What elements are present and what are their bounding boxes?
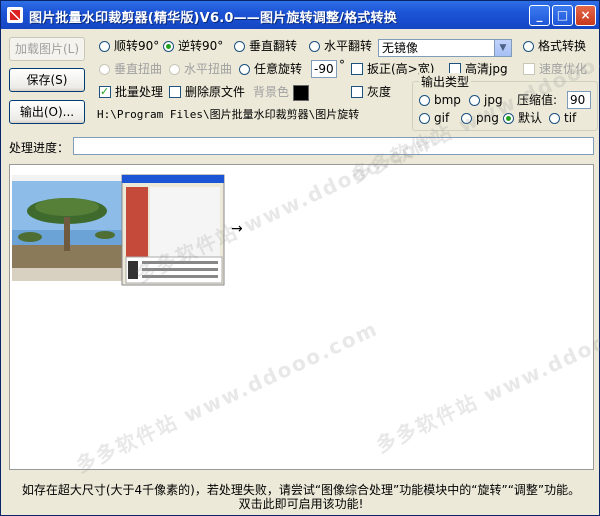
horizontal-flip-option[interactable]: 水平翻转 (309, 38, 372, 54)
format-convert-option[interactable]: 格式转换 (523, 38, 586, 54)
minimize-button[interactable]: _ (529, 5, 550, 26)
any-rotate-option[interactable]: 任意旋转 (239, 61, 302, 77)
load-image-button[interactable]: 加载图片(L) (9, 37, 85, 61)
title-bar[interactable]: 图片批量水印裁剪器(精华版)V6.0——图片旋转调整/格式转换 _ □ × (1, 1, 599, 29)
radio-icon (419, 95, 430, 106)
footer-line-2: 双击此即可启用该功能! (238, 497, 364, 511)
angle-unit: ° (339, 58, 345, 72)
maximize-button[interactable]: □ (552, 5, 573, 26)
fmt-bmp-option[interactable]: bmp (419, 92, 461, 108)
radio-icon (523, 41, 534, 52)
window-title: 图片批量水印裁剪器(精华版)V6.0——图片旋转调整/格式转换 (29, 11, 397, 26)
radio-icon (99, 41, 110, 52)
horizontal-skew-option[interactable]: 水平扭曲 (169, 61, 232, 77)
source-thumbnail[interactable] (12, 175, 122, 281)
mirror-select-value: 无镜像 (382, 41, 419, 55)
radio-icon (99, 64, 110, 75)
radio-selected-icon (163, 41, 174, 52)
app-window: 图片批量水印裁剪器(精华版)V6.0——图片旋转调整/格式转换 _ □ × 加载… (0, 0, 600, 516)
footer-hint[interactable]: 如存在超大尺寸(大于4千像素的)，若处理失败，请尝试“图像综合处理”功能模块中的… (1, 483, 600, 511)
mirror-select[interactable]: 无镜像 ▼ (378, 39, 512, 57)
checkbox-icon (351, 86, 363, 98)
checkbox-icon (351, 63, 363, 75)
radio-icon (309, 41, 320, 52)
radio-icon (549, 113, 560, 124)
footer-line-1: 如存在超大尺寸(大于4千像素的)，若处理失败，请尝试“图像综合处理”功能模块中的… (21, 483, 581, 497)
progress-bar (73, 137, 594, 155)
progress-label: 处理进度： (9, 141, 70, 155)
compress-input[interactable]: 90 (567, 91, 591, 109)
save-button[interactable]: 保存(S) (9, 68, 85, 92)
vertical-skew-option[interactable]: 垂直扭曲 (99, 61, 162, 77)
rotate-ccw90-option[interactable]: 逆转90° (163, 38, 223, 54)
bg-color-label: 背景色 (253, 85, 290, 99)
batch-process-checkbox[interactable]: 批量处理 (99, 84, 163, 100)
fmt-tif-option[interactable]: tif (549, 110, 576, 126)
angle-input[interactable]: -90 (311, 60, 337, 78)
output-path: H:\Program Files\图片批量水印裁剪器\图片旋转 (97, 108, 360, 121)
app-icon[interactable] (7, 7, 23, 23)
rotate-cw90-option[interactable]: 顺转90° (99, 38, 159, 54)
output-type-legend: 输出类型 (419, 73, 472, 90)
radio-icon (234, 41, 245, 52)
checkbox-checked-icon (99, 84, 111, 100)
radio-icon (169, 64, 180, 75)
delete-original-checkbox[interactable]: 删除原文件 (169, 84, 245, 100)
chevron-down-icon[interactable]: ▼ (494, 40, 511, 56)
grayscale-checkbox[interactable]: 灰度 (351, 84, 391, 100)
checkbox-icon (169, 86, 181, 98)
vertical-flip-option[interactable]: 垂直翻转 (234, 38, 297, 54)
radio-icon (239, 64, 250, 75)
close-button[interactable]: × (575, 5, 596, 26)
output-button[interactable]: 输出(O)... (9, 100, 85, 124)
bg-color-swatch[interactable] (293, 85, 309, 101)
